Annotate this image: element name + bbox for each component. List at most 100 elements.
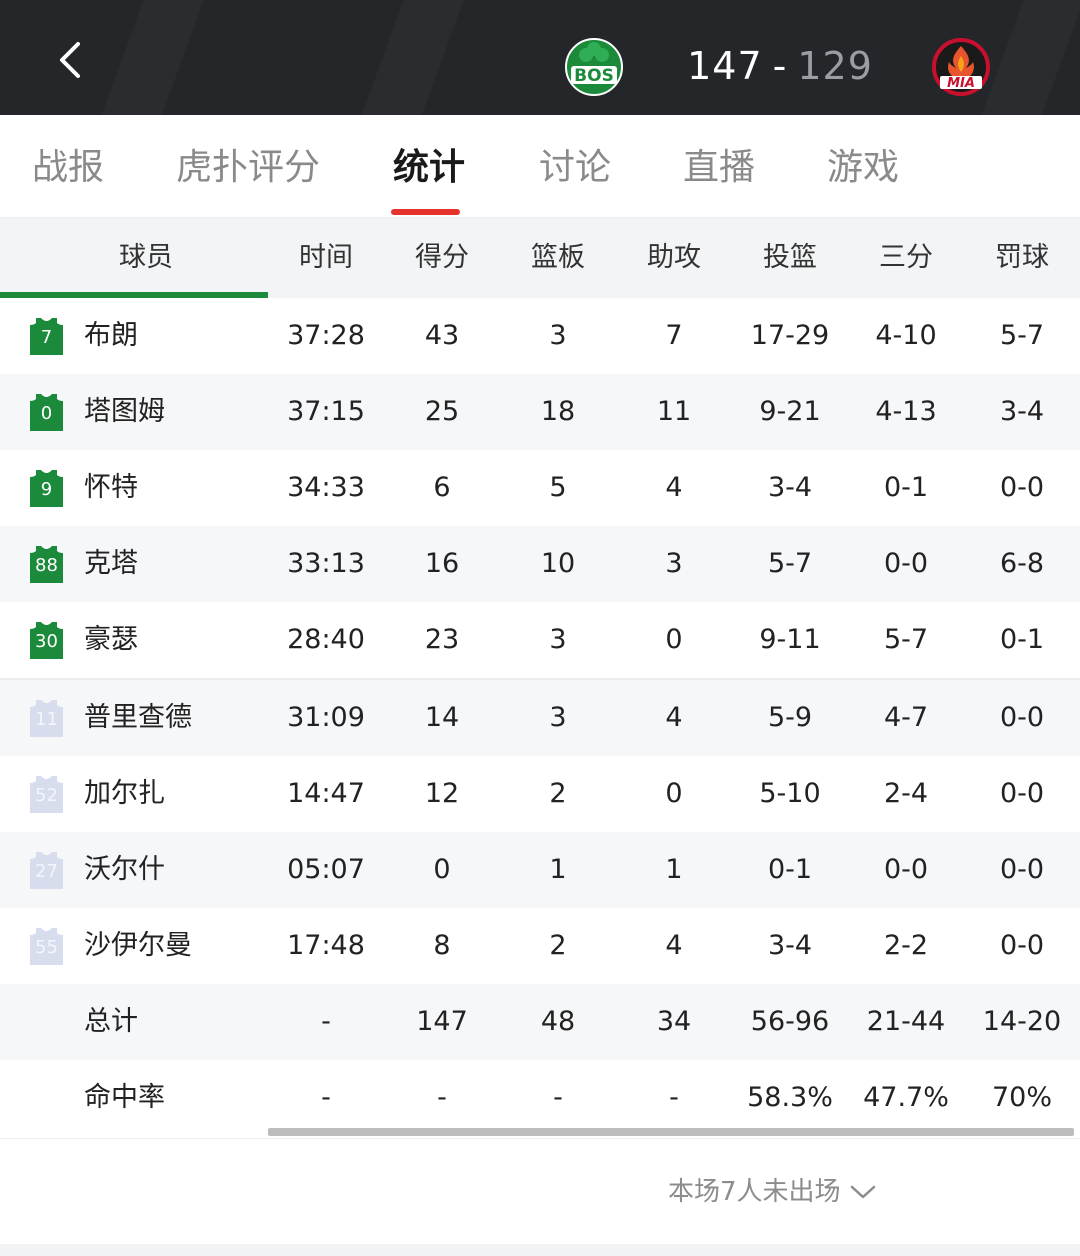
stat-rebounds: 3 bbox=[549, 320, 567, 351]
stat-assists: 0 bbox=[665, 624, 683, 655]
stat-points: 6 bbox=[433, 472, 451, 503]
stat-field-goals: 5-9 bbox=[767, 702, 813, 733]
stat-field-goals: 5-7 bbox=[767, 548, 813, 579]
stat-field-goals: 9-21 bbox=[759, 396, 821, 427]
player-name[interactable]: 布朗 bbox=[84, 298, 138, 374]
column-header-player[interactable]: 球员 bbox=[0, 218, 292, 298]
jersey-icon: 11 bbox=[30, 699, 63, 737]
column-header-minutes[interactable]: 时间 bbox=[268, 218, 384, 298]
jersey-number: 0 bbox=[40, 403, 53, 424]
stat-minutes: - bbox=[321, 1006, 331, 1037]
player-row[interactable]: 52 加尔扎 14:47 12 2 0 5-10 2-4 0-0 bbox=[0, 756, 1080, 832]
stat-three-pointers: 4-10 bbox=[875, 320, 937, 351]
stat-three-pointers: 47.7% bbox=[863, 1082, 949, 1113]
stat-points: 12 bbox=[424, 778, 460, 809]
player-name[interactable]: 沃尔什 bbox=[84, 832, 165, 908]
away-score: 129 bbox=[797, 44, 873, 88]
player-name[interactable]: 克塔 bbox=[84, 526, 138, 602]
tab-report[interactable]: 战报 bbox=[32, 143, 104, 193]
player-row[interactable]: 88 克塔 33:13 16 10 3 5-7 0-0 6-8 bbox=[0, 526, 1080, 602]
stat-assists: 7 bbox=[665, 320, 683, 351]
jersey-icon: 30 bbox=[30, 621, 63, 659]
player-name[interactable]: 普里查德 bbox=[84, 680, 192, 756]
stat-points: 25 bbox=[424, 396, 460, 427]
player-cell[interactable]: 55 沙伊尔曼 bbox=[0, 908, 268, 984]
player-cell[interactable]: 0 塔图姆 bbox=[0, 374, 268, 450]
stat-field-goals: 3-4 bbox=[767, 930, 813, 961]
column-header-points[interactable]: 得分 bbox=[384, 218, 500, 298]
player-cell[interactable]: 88 克塔 bbox=[0, 526, 268, 602]
player-cell[interactable]: 9 怀特 bbox=[0, 450, 268, 526]
stat-assists: 4 bbox=[665, 930, 683, 961]
stat-free-throws: 0-0 bbox=[999, 930, 1045, 961]
stat-free-throws: 0-0 bbox=[999, 854, 1045, 885]
stat-minutes: 28:40 bbox=[287, 624, 365, 655]
chevron-left-icon bbox=[60, 42, 80, 78]
stat-rebounds: 10 bbox=[540, 548, 576, 579]
tab-games[interactable]: 游戏 bbox=[827, 143, 899, 193]
did-not-play-toggle[interactable]: 本场7人未出场 bbox=[668, 1170, 877, 1214]
player-name[interactable]: 豪瑟 bbox=[84, 602, 138, 678]
jersey-number: 7 bbox=[40, 327, 53, 348]
stat-assists: 3 bbox=[665, 548, 683, 579]
player-cell[interactable]: 30 豪瑟 bbox=[0, 602, 268, 678]
stat-assists: 0 bbox=[665, 778, 683, 809]
player-cell[interactable]: 52 加尔扎 bbox=[0, 756, 268, 832]
jersey-number: 9 bbox=[40, 479, 53, 500]
player-row[interactable]: 55 沙伊尔曼 17:48 8 2 4 3-4 2-2 0-0 bbox=[0, 908, 1080, 984]
column-header-assists[interactable]: 助攻 bbox=[616, 218, 732, 298]
jersey-icon: 7 bbox=[30, 317, 63, 355]
stat-field-goals: 17-29 bbox=[750, 320, 830, 351]
stat-rebounds: 3 bbox=[549, 624, 567, 655]
player-name[interactable]: 塔图姆 bbox=[84, 374, 165, 450]
stat-points: - bbox=[437, 1082, 447, 1113]
jersey-number: 30 bbox=[35, 631, 58, 652]
stat-three-pointers: 5-7 bbox=[883, 624, 929, 655]
back-button[interactable] bbox=[40, 30, 100, 90]
player-cell[interactable]: 27 沃尔什 bbox=[0, 832, 268, 908]
svg-text:BOS: BOS bbox=[574, 66, 614, 86]
stat-three-pointers: 0-0 bbox=[883, 548, 929, 579]
away-team-logo[interactable]: MIA bbox=[932, 38, 990, 96]
jersey-icon: 9 bbox=[30, 469, 63, 507]
row-label: 命中率 bbox=[84, 1082, 165, 1113]
player-cell[interactable]: 11 普里查德 bbox=[0, 680, 268, 756]
player-row[interactable]: 9 怀特 34:33 6 5 4 3-4 0-1 0-0 bbox=[0, 450, 1080, 526]
stat-field-goals: 0-1 bbox=[767, 854, 813, 885]
tab-live[interactable]: 直播 bbox=[683, 143, 755, 193]
player-row[interactable]: 30 豪瑟 28:40 23 3 0 9-11 5-7 0-1 bbox=[0, 602, 1080, 678]
stat-field-goals: 5-10 bbox=[759, 778, 821, 809]
player-row[interactable]: 11 普里查德 31:09 14 3 4 5-9 4-7 0-0 bbox=[0, 680, 1080, 756]
stat-rebounds: 18 bbox=[540, 396, 576, 427]
player-name[interactable]: 沙伊尔曼 bbox=[84, 908, 192, 984]
tab-discussion[interactable]: 讨论 bbox=[539, 143, 611, 193]
totals-row: 总计 - 147 48 34 56-96 21-44 14-20 bbox=[0, 984, 1080, 1060]
jersey-icon: 0 bbox=[30, 393, 63, 431]
player-cell[interactable]: 7 布朗 bbox=[0, 298, 268, 374]
player-row[interactable]: 0 塔图姆 37:15 25 18 11 9-21 4-13 3-4 bbox=[0, 374, 1080, 450]
column-header-free-throws[interactable]: 罚球 bbox=[964, 218, 1080, 298]
column-header-three-pointers[interactable]: 三分 bbox=[848, 218, 964, 298]
horizontal-scrollbar[interactable] bbox=[268, 1128, 1074, 1136]
heat-logo-icon: MIA bbox=[932, 38, 990, 96]
tab-stats[interactable]: 统计 bbox=[393, 143, 465, 193]
home-team-logo[interactable]: BOS bbox=[565, 38, 623, 96]
header-decoration bbox=[89, 0, 211, 115]
player-name[interactable]: 加尔扎 bbox=[84, 756, 165, 832]
tab-ratings[interactable]: 虎扑评分 bbox=[176, 143, 320, 193]
tab-bar: 战报 虎扑评分 统计 讨论 直播 游戏 bbox=[0, 115, 1080, 218]
stat-assists: 1 bbox=[665, 854, 683, 885]
column-header-rebounds[interactable]: 篮板 bbox=[500, 218, 616, 298]
column-header-field-goals[interactable]: 投篮 bbox=[732, 218, 848, 298]
stat-points: 16 bbox=[424, 548, 460, 579]
jersey-icon: 88 bbox=[30, 545, 63, 583]
jersey-number: 55 bbox=[35, 937, 58, 958]
player-row[interactable]: 27 沃尔什 05:07 0 1 1 0-1 0-0 0-0 bbox=[0, 832, 1080, 908]
player-name[interactable]: 怀特 bbox=[84, 450, 138, 526]
jersey-number: 27 bbox=[35, 861, 58, 882]
stat-rebounds: 2 bbox=[549, 930, 567, 961]
player-row[interactable]: 7 布朗 37:28 43 3 7 17-29 4-10 5-7 bbox=[0, 298, 1080, 374]
celtics-logo-icon: BOS bbox=[565, 38, 623, 96]
home-score: 147 bbox=[687, 44, 763, 88]
stat-rebounds: 48 bbox=[540, 1006, 576, 1037]
